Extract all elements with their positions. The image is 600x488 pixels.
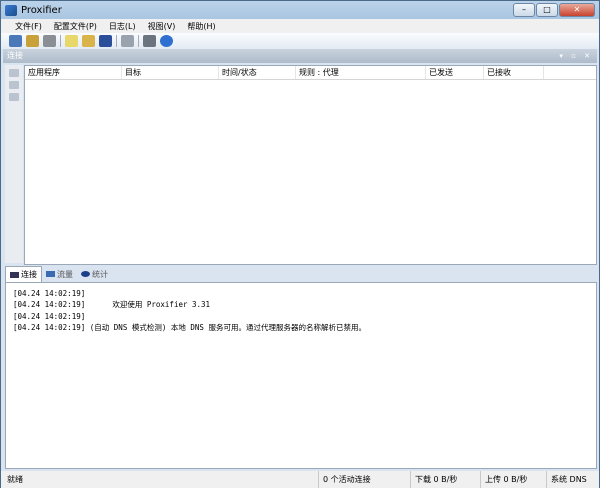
proxy-servers-icon[interactable] bbox=[9, 35, 22, 47]
rules-icon[interactable] bbox=[26, 35, 39, 47]
log-line: [04.24 14:02:19] bbox=[13, 311, 86, 321]
status-bar: 就绪 0 个活动连接 下载 0 B/秒 上传 0 B/秒 系统 DNS bbox=[1, 471, 599, 488]
panel-title: 连接 bbox=[7, 51, 23, 60]
menu-profile[interactable]: 配置文件(P) bbox=[54, 21, 97, 32]
close-connection-icon[interactable] bbox=[9, 81, 19, 89]
copy-icon[interactable] bbox=[121, 35, 134, 47]
menu-bar: 文件(F) 配置文件(P) 日志(L) 视图(V) 帮助(H) bbox=[1, 19, 599, 33]
col-time-status[interactable]: 时间/状态 bbox=[219, 66, 296, 79]
open-profile-icon[interactable] bbox=[82, 35, 95, 47]
filter-icon[interactable] bbox=[9, 93, 19, 101]
traffic-chart-icon bbox=[46, 271, 55, 277]
tab-label: 连接 bbox=[21, 270, 37, 279]
status-upload: 上传 0 B/秒 bbox=[480, 471, 546, 488]
col-received[interactable]: 已接收 bbox=[484, 66, 544, 79]
help-icon[interactable] bbox=[160, 35, 173, 47]
log-line: [04.24 14:02:19] 欢迎使用 Proxifier 3.31 bbox=[13, 300, 211, 310]
app-window: Proxifier – □ ✕ 文件(F) 配置文件(P) 日志(L) 视图(V… bbox=[0, 0, 600, 488]
name-resolution-icon[interactable] bbox=[43, 35, 56, 47]
log-line: [04.24 14:02:19] bbox=[13, 289, 86, 298]
status-dns: 系统 DNS bbox=[546, 471, 598, 488]
status-connections: 0 个活动连接 bbox=[318, 471, 410, 488]
col-target[interactable]: 目标 bbox=[122, 66, 219, 79]
toolbar-separator bbox=[138, 35, 139, 47]
menu-view[interactable]: 视图(V) bbox=[148, 21, 176, 32]
connections-list[interactable]: 应用程序 目标 时间/状态 规则 : 代理 已发送 已接收 bbox=[24, 65, 597, 265]
status-download: 下载 0 B/秒 bbox=[410, 471, 480, 488]
tab-label: 统计 bbox=[92, 269, 108, 279]
bottom-tabs: 连接 流量 统计 bbox=[5, 266, 112, 282]
menu-file[interactable]: 文件(F) bbox=[15, 21, 42, 32]
tab-label: 流量 bbox=[57, 269, 73, 279]
proxifier-app-icon bbox=[5, 4, 17, 16]
menu-log[interactable]: 日志(L) bbox=[109, 21, 136, 32]
connections-icon bbox=[10, 271, 19, 278]
connections-panel-header: 连接 ▾ ▫ ✕ bbox=[3, 49, 597, 63]
menu-help[interactable]: 帮助(H) bbox=[187, 21, 215, 32]
statistics-icon bbox=[81, 271, 90, 277]
log-line: [04.24 14:02:19] (自动 DNS 模式检测) 本地 DNS 服务… bbox=[13, 322, 366, 332]
print-icon[interactable] bbox=[143, 35, 156, 47]
title-bar: Proxifier – □ ✕ bbox=[1, 1, 599, 19]
tab-connections[interactable]: 连接 bbox=[5, 266, 42, 282]
tab-traffic[interactable]: 流量 bbox=[42, 266, 77, 282]
column-headers: 应用程序 目标 时间/状态 规则 : 代理 已发送 已接收 bbox=[25, 66, 596, 80]
toolbar-separator bbox=[116, 35, 117, 47]
col-rule-proxy[interactable]: 规则 : 代理 bbox=[296, 66, 426, 79]
maximize-button[interactable]: □ bbox=[536, 3, 558, 17]
window-title: Proxifier bbox=[21, 4, 62, 16]
minimize-button[interactable]: – bbox=[513, 3, 535, 17]
toolbar-separator bbox=[60, 35, 61, 47]
save-profile-icon[interactable] bbox=[99, 35, 112, 47]
tab-statistics[interactable]: 统计 bbox=[77, 266, 112, 282]
col-application[interactable]: 应用程序 bbox=[25, 66, 122, 79]
columns-icon[interactable] bbox=[9, 69, 19, 77]
log-output[interactable]: [04.24 14:02:19] [04.24 14:02:19] 欢迎使用 P… bbox=[5, 282, 597, 469]
toolbar bbox=[1, 33, 599, 49]
status-state: 就绪 bbox=[7, 475, 23, 484]
side-toolbar bbox=[5, 65, 23, 263]
close-button[interactable]: ✕ bbox=[559, 3, 595, 17]
col-sent[interactable]: 已发送 bbox=[426, 66, 484, 79]
new-profile-icon[interactable] bbox=[65, 35, 78, 47]
panel-controls[interactable]: ▾ ▫ ✕ bbox=[559, 49, 593, 63]
